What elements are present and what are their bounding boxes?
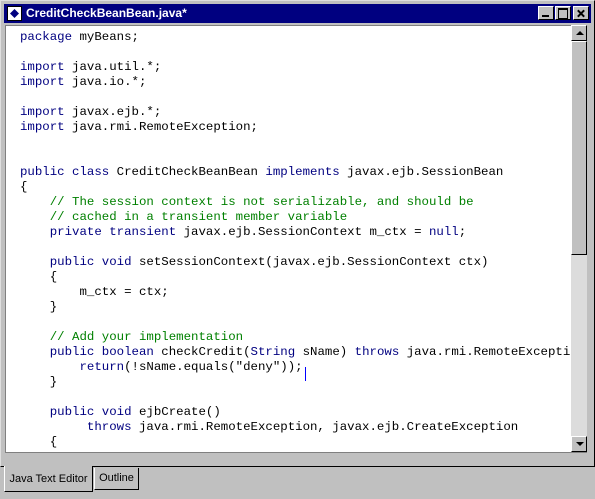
tab-outline[interactable]: Outline: [94, 468, 139, 490]
window-title: CreditCheckBeanBean.java*: [26, 6, 187, 20]
code-token: checkCredit(: [153, 345, 251, 359]
code-token: java.util.*;: [64, 60, 162, 74]
code-line[interactable]: [20, 315, 571, 330]
code-token: javax.ejb.*;: [64, 105, 162, 119]
code-line[interactable]: [20, 390, 571, 405]
code-token: java.rmi.RemoteException;: [64, 120, 258, 134]
code-comment: // Add your implementation: [20, 330, 244, 344]
code-token: sName): [295, 345, 355, 359]
code-line[interactable]: import java.util.*;: [20, 60, 571, 75]
code-token: java.rmi.RemoteException, javax.ejb.Crea…: [131, 420, 519, 434]
code-keyword: String: [250, 345, 296, 359]
code-keyword: public class: [20, 165, 110, 179]
code-line[interactable]: m_ctx = ctx;: [20, 285, 571, 300]
code-line[interactable]: // The session context is not serializab…: [20, 195, 571, 210]
code-keyword: throws: [354, 345, 400, 359]
code-line[interactable]: {: [20, 435, 571, 450]
code-line[interactable]: {: [20, 180, 571, 195]
code-keyword: return: [79, 360, 125, 374]
code-token: javax.ejb.SessionBean: [339, 165, 504, 179]
code-editor[interactable]: package myBeans; import java.util.*; impo…: [5, 25, 571, 452]
code-token: (!sName.equals("deny"));: [124, 360, 303, 374]
code-line[interactable]: import java.rmi.RemoteException;: [20, 120, 571, 135]
code-token: java.io.*;: [64, 75, 147, 89]
code-line[interactable]: // Add your implementation: [20, 330, 571, 345]
code-line[interactable]: }: [20, 300, 571, 315]
code-line[interactable]: [20, 150, 571, 165]
code-token: {: [20, 435, 58, 449]
code-token: ejbCreate(): [131, 405, 221, 419]
code-token: }: [20, 375, 58, 389]
code-comment: // cached in a transient member variable: [20, 210, 348, 224]
code-token: {: [20, 270, 58, 284]
minimize-button[interactable]: [538, 6, 554, 20]
code-line[interactable]: public void setSessionContext(javax.ejb.…: [20, 255, 571, 270]
scroll-down-arrow-icon[interactable]: [571, 436, 587, 452]
code-keyword: import: [20, 60, 65, 74]
code-line[interactable]: [20, 135, 571, 150]
code-token: javax.ejb.SessionContext m_ctx =: [176, 225, 429, 239]
vertical-scrollbar[interactable]: [571, 25, 587, 452]
code-token: }: [20, 300, 58, 314]
code-line[interactable]: {: [20, 270, 571, 285]
code-token: setSessionContext(javax.ejb.SessionConte…: [131, 255, 489, 269]
code-token: {: [20, 180, 28, 194]
code-line[interactable]: return(!sName.equals("deny"));: [20, 360, 571, 375]
maximize-button[interactable]: [555, 6, 571, 20]
code-keyword: null: [428, 225, 459, 239]
code-line[interactable]: // cached in a transient member variable: [20, 210, 571, 225]
code-keyword: import: [20, 105, 65, 119]
code-comment: // The session context is not serializab…: [20, 195, 474, 209]
scrollbar-thumb[interactable]: [571, 41, 587, 255]
code-line[interactable]: public class CreditCheckBeanBean impleme…: [20, 165, 571, 180]
editor-window: CreditCheckBeanBean.java* package myBean…: [0, 0, 595, 467]
code-keyword: private transient: [49, 225, 177, 239]
scroll-up-arrow-icon[interactable]: [571, 25, 587, 41]
code-keyword: public void: [49, 405, 132, 419]
code-keyword: implements: [265, 165, 340, 179]
java-file-icon[interactable]: [7, 6, 22, 21]
code-keyword: public void: [49, 255, 132, 269]
close-button[interactable]: [573, 6, 589, 20]
code-token: java.rmi.RemoteException {: [406, 345, 571, 359]
code-keyword: import: [20, 75, 65, 89]
code-line[interactable]: private transient javax.ejb.SessionConte…: [20, 225, 571, 240]
code-line[interactable]: [20, 45, 571, 60]
code-line[interactable]: }: [20, 375, 571, 390]
code-keyword: package: [20, 30, 73, 44]
code-line[interactable]: package myBeans;: [20, 30, 571, 45]
code-token: CreditCheckBeanBean: [109, 165, 266, 179]
code-line[interactable]: public boolean checkCredit(String sName)…: [20, 345, 571, 360]
code-token: myBeans;: [72, 30, 139, 44]
code-line[interactable]: [20, 240, 571, 255]
title-bar[interactable]: CreditCheckBeanBean.java*: [4, 4, 591, 23]
code-text[interactable]: package myBeans; import java.util.*; impo…: [20, 30, 571, 450]
code-line[interactable]: throws java.rmi.RemoteException, javax.e…: [20, 420, 571, 435]
code-line[interactable]: import java.io.*;: [20, 75, 571, 90]
code-token: m_ctx = ctx;: [20, 285, 169, 299]
tab-java-text-editor[interactable]: Java Text Editor: [4, 466, 93, 492]
code-line[interactable]: import javax.ejb.*;: [20, 105, 571, 120]
editor-bottom-edge: [5, 452, 587, 466]
code-token: ;: [458, 225, 467, 239]
code-keyword: throws: [86, 420, 132, 434]
code-keyword: import: [20, 120, 65, 134]
text-caret: [305, 367, 306, 381]
code-line[interactable]: [20, 90, 571, 105]
code-line[interactable]: public void ejbCreate(): [20, 405, 571, 420]
code-keyword: public boolean: [49, 345, 154, 359]
